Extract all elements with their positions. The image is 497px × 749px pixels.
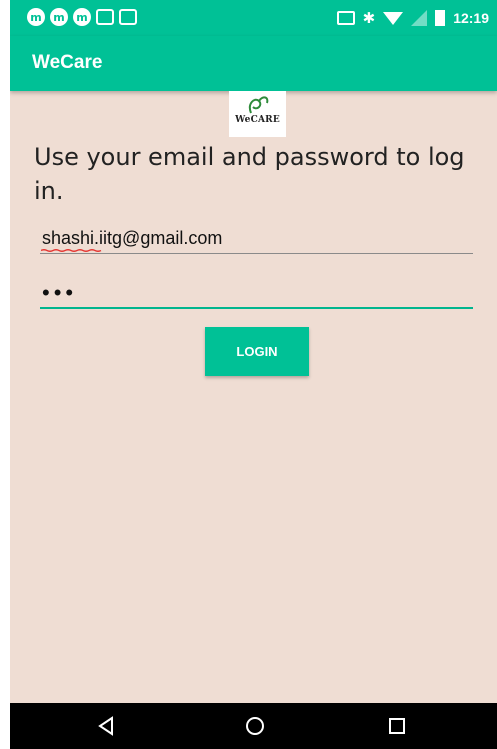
battery-icon: [435, 10, 446, 26]
logo-text: WeCARE: [235, 115, 280, 125]
notification-icons: m m m: [27, 8, 137, 28]
login-instructions: Use your email and password to log in.: [34, 143, 465, 205]
notification-icon: m: [27, 8, 45, 26]
logo-ribbon-icon: [249, 96, 269, 114]
login-button[interactable]: LOGIN: [205, 327, 309, 376]
system-icons: ✱ 12:19: [336, 8, 489, 28]
shopping-bag-icon: [119, 9, 137, 25]
phone-screen: m m m ✱ 12:19 WeCare WeCARE Use your ema…: [10, 0, 497, 749]
wecare-logo: WeCARE: [229, 91, 286, 137]
status-bar: m m m ✱ 12:19: [10, 0, 497, 36]
navigation-bar: [10, 703, 497, 749]
back-icon[interactable]: [94, 714, 118, 738]
home-icon[interactable]: [243, 714, 267, 738]
bluetooth-icon: ✱: [362, 9, 376, 27]
signal-icon: [411, 10, 428, 26]
spellcheck-underline: [41, 249, 102, 252]
cast-icon: [336, 11, 355, 25]
recents-icon[interactable]: [385, 714, 409, 738]
password-field[interactable]: [40, 278, 473, 309]
app-bar: WeCare: [10, 36, 497, 91]
clock: 12:19: [453, 10, 489, 26]
notification-icon: m: [73, 8, 91, 26]
wifi-icon: [383, 11, 404, 25]
email-field[interactable]: [40, 224, 473, 254]
notification-icon: m: [50, 8, 68, 26]
app-title: WeCare: [32, 52, 103, 73]
shopping-bag-icon: [96, 9, 114, 25]
